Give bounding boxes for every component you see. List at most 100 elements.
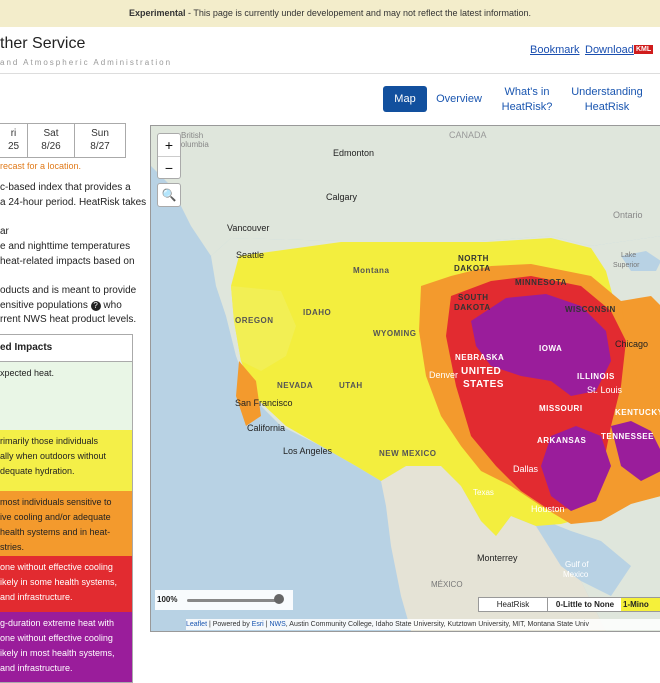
site-title[interactable]: ther Service	[0, 35, 85, 53]
day-date: 8/27	[90, 141, 110, 152]
map-label-st-louis: St. Louis	[587, 385, 623, 395]
impact-text-line: rimarily those individuals	[0, 436, 99, 446]
impact-text-line: stries.	[0, 542, 25, 552]
day-name: ri	[10, 128, 17, 139]
description-line: a 24-hour period. HeatRisk takes	[0, 197, 147, 208]
tab-whats-in-line1: What's in	[504, 86, 550, 98]
day-button-sun[interactable]: Sun 8/27	[74, 124, 125, 157]
impact-text-line: xpected heat.	[0, 368, 55, 378]
forecast-location-message: recast for a location.	[0, 161, 82, 171]
impact-text-line: g-duration extreme heat with	[0, 618, 115, 628]
opacity-slider[interactable]	[187, 599, 281, 602]
bookmark-link[interactable]: Bookmark	[530, 44, 580, 56]
map-label-ontario: Ontario	[613, 210, 643, 220]
impact-text-line: one without effective cooling	[0, 633, 113, 643]
description-line: c-based index that provides a	[0, 182, 131, 193]
zoom-out-button[interactable]: −	[158, 156, 180, 179]
description-line: ar	[0, 226, 9, 237]
map-label-texas: Texas	[473, 488, 494, 497]
impact-level-3: one without effective cooling ikely in so…	[0, 556, 132, 612]
map-label-canada: CANADA	[449, 130, 487, 140]
map-label-denver: Denver	[429, 370, 459, 380]
search-icon: 🔍	[161, 188, 177, 202]
impact-text-line: health systems and in heat-	[0, 527, 111, 537]
canada-land	[151, 126, 660, 256]
day-name: Sat	[43, 128, 59, 139]
opacity-control: 100%	[155, 590, 293, 610]
info-icon[interactable]: ?	[90, 301, 101, 311]
map-label-oregon: OREGON	[235, 316, 274, 325]
map-label-arkansas: ARKANSAS	[537, 436, 587, 445]
zoom-control: + −	[157, 133, 181, 179]
impact-level-2: most individuals sensitive to ive cooling…	[0, 491, 132, 556]
map-label-utah: UTAH	[339, 381, 363, 390]
impact-text-line: and infrastructure.	[0, 663, 73, 673]
map-label-wyoming: WYOMING	[373, 329, 417, 338]
impact-text-line: ive cooling and/or adequate	[0, 512, 111, 522]
map-label-south-dakota-1: SOUTH	[458, 293, 489, 302]
opacity-value: 100%	[157, 595, 178, 604]
day-name: Sun	[91, 128, 109, 139]
tab-understanding-line1: Understanding	[571, 86, 643, 98]
map-label-lake-superior-2: Superior	[613, 262, 640, 269]
tab-overview[interactable]: Overview	[436, 92, 482, 107]
map-label-edmonton: Edmonton	[333, 148, 375, 158]
tab-whats-in-heatrisk[interactable]: What's in HeatRisk?	[500, 85, 554, 115]
impact-text-line: ally when outdoors without	[0, 451, 107, 461]
opacity-slider-handle[interactable]	[274, 594, 284, 604]
impact-level-4: g-duration extreme heat with one without …	[0, 612, 132, 682]
impact-text-line: ikely in some health systems,	[0, 577, 118, 587]
description-line: heat-related impacts based on	[0, 256, 135, 267]
description-line-sensitive: ensitive populations ? who	[0, 298, 122, 313]
map-label-vancouver: Vancouver	[227, 223, 270, 233]
download-link[interactable]: Download	[585, 44, 634, 56]
map-search-button[interactable]: 🔍	[157, 183, 181, 207]
site-subtitle: and Atmospheric Administration	[0, 58, 173, 67]
map-label-montana: Montana	[353, 266, 390, 275]
experimental-banner: Experimental - This page is currently un…	[0, 0, 660, 27]
attribution-text: , Austin Community College, Idaho State …	[285, 621, 589, 628]
tab-map[interactable]: Map	[383, 86, 427, 112]
day-button-fri[interactable]: ri 25	[0, 124, 27, 157]
map-label-houston: Houston	[531, 504, 565, 514]
zoom-in-button[interactable]: +	[158, 134, 180, 156]
map-label-dallas: Dallas	[513, 464, 539, 474]
map-label-north-dakota-1: NORTH	[458, 254, 489, 263]
map-label-san-francisco: San Francisco	[235, 398, 293, 408]
impact-text-line: most individuals sensitive to	[0, 497, 112, 507]
map-label-united-states-1: UNITED	[461, 366, 502, 377]
heatrisk-map[interactable]: British Columbia CANADA Edmonton Calgary Onta…	[150, 125, 660, 632]
attribution-leaflet-link[interactable]: Leaflet	[186, 621, 207, 628]
map-label-south-dakota-2: DAKOTA	[454, 303, 491, 312]
map-label-gulf-1: Gulf of	[565, 560, 589, 569]
map-label-chicago: Chicago	[615, 339, 649, 349]
map-label-kentucky: KENTUCKY	[615, 408, 660, 417]
map-label-united-states-2: STATES	[463, 379, 504, 390]
description-text: who	[103, 300, 122, 311]
description-line: e and nighttime temperatures	[0, 241, 131, 252]
tab-understanding-heatrisk[interactable]: Understanding HeatRisk	[566, 85, 648, 115]
map-label-minnesota: MINNESOTA	[515, 278, 567, 287]
kml-badge[interactable]: KML	[634, 45, 654, 54]
day-date: 8/26	[41, 141, 61, 152]
site-header: ther Service and Atmospheric Administrat…	[0, 27, 660, 74]
attribution-nws-link[interactable]: NWS	[269, 621, 285, 628]
map-label-lake-superior-1: Lake	[621, 252, 637, 259]
map-label-seattle: Seattle	[236, 250, 265, 260]
impact-text-line: ikely in most health systems,	[0, 648, 115, 658]
legend-level-1: 1-Mino	[621, 598, 660, 611]
map-label-mexico: MÉXICO	[431, 580, 463, 589]
tab-whats-in-line2: HeatRisk?	[501, 101, 553, 113]
map-label-illinois: ILLINOIS	[577, 372, 615, 381]
map-attribution: Leaflet | Powered by Esri | NWS, Austin …	[186, 619, 660, 630]
impact-text-line: and infrastructure.	[0, 592, 73, 602]
map-label-wisconsin: WISCONSIN	[565, 305, 616, 314]
description-text: ensitive populations	[0, 300, 88, 311]
day-date: 25	[7, 141, 20, 152]
attribution-esri-link[interactable]: Esri	[252, 621, 264, 628]
map-label-iowa: IOWA	[539, 344, 563, 353]
banner-label: Experimental	[128, 8, 186, 18]
legend-level-0: 0-Little to None	[547, 598, 622, 611]
day-button-sat[interactable]: Sat 8/26	[27, 124, 74, 157]
map-label-nebraska: NEBRASKA	[455, 353, 505, 362]
